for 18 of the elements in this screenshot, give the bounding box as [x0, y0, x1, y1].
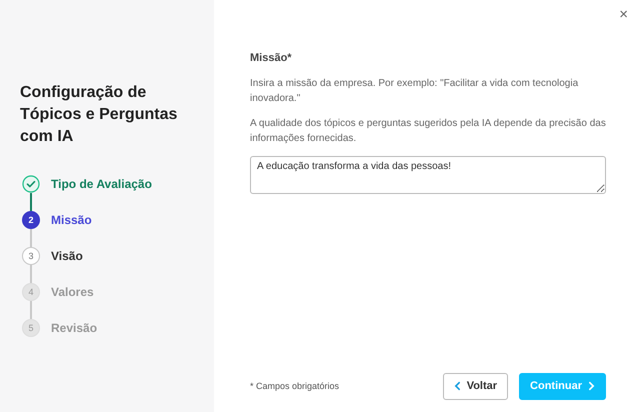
- close-button[interactable]: ×: [615, 4, 632, 25]
- step-number: 3: [22, 247, 40, 265]
- back-button[interactable]: Voltar: [442, 372, 508, 400]
- chevron-right-icon: [588, 381, 595, 391]
- step-label[interactable]: Missão: [51, 213, 92, 227]
- note-text: A qualidade dos tópicos e perguntas sugeridos pela IA depende da precisão das informações fornecidas.: [250, 117, 606, 146]
- hint-text: Insira a missão da empresa. Por exemplo: "Facilitar a vida com tecnologia inovadora.": [250, 77, 580, 106]
- check-icon: [22, 175, 40, 193]
- mission-field[interactable]: A educação transforma a vida das pessoas!: [250, 156, 606, 194]
- field-label: Missão*: [250, 52, 293, 64]
- step-number: 4: [22, 283, 40, 301]
- required-note: * Campos obrigatórios: [250, 381, 340, 391]
- step-number: 2: [22, 211, 40, 229]
- chevron-left-icon: [454, 381, 461, 391]
- wizard-title: Configuração de Tópicos e Perguntas com IA: [20, 83, 178, 147]
- step-label[interactable]: Tipo de Avaliação: [51, 177, 152, 191]
- step-number: 5: [22, 319, 40, 337]
- step-label[interactable]: Visão: [51, 249, 83, 263]
